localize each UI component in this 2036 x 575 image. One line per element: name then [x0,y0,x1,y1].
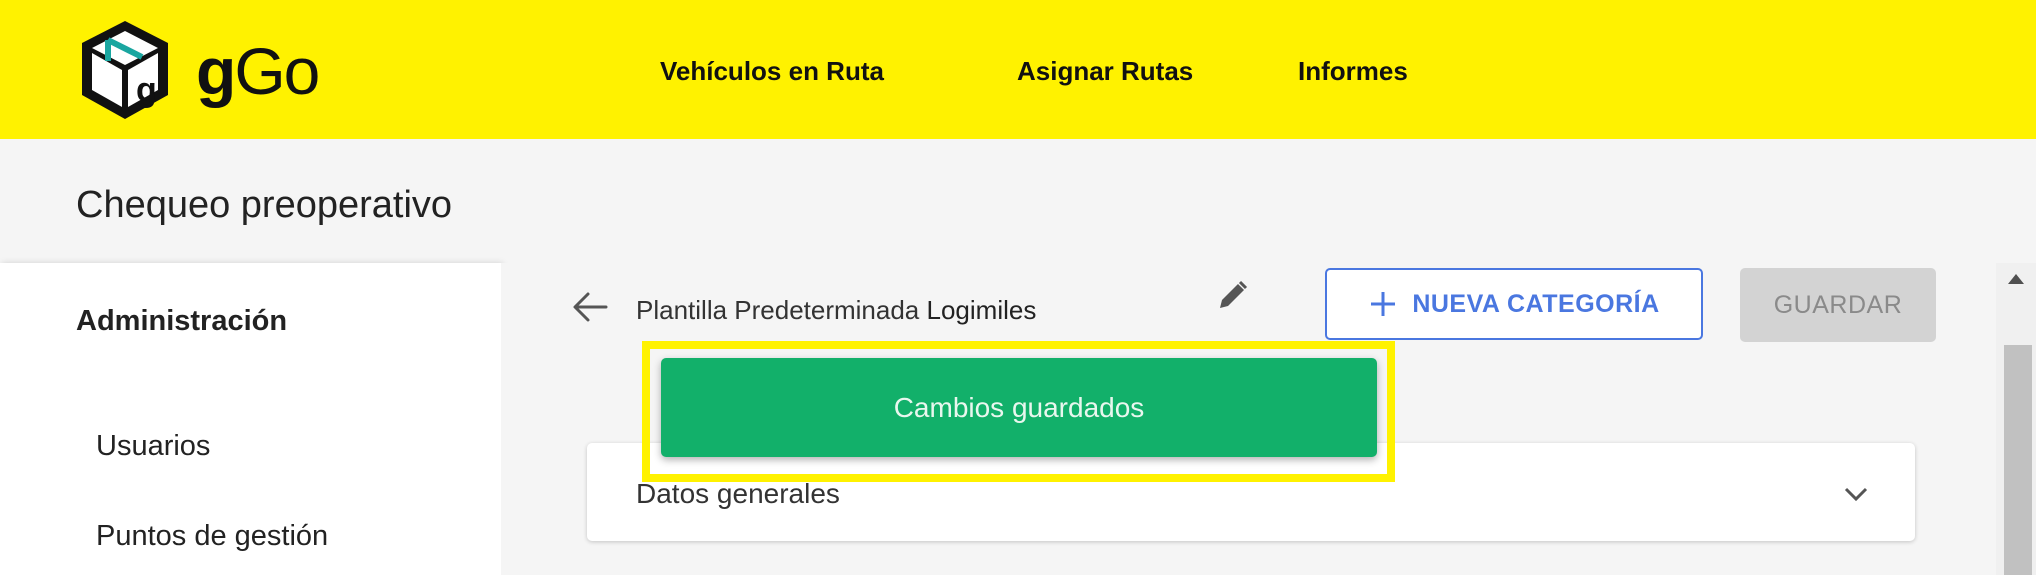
sidebar-item-puntos-de-gestion[interactable]: Puntos de gestión [96,520,328,553]
sidebar-heading: Administración [76,305,288,337]
logo-text-bold: g [196,34,236,108]
template-name: Plantilla Predeterminada [636,295,920,325]
scroll-up-arrow-icon[interactable] [2006,272,2026,286]
svg-text:g: g [136,71,157,109]
nav-asignar-rutas[interactable]: Asignar Rutas [1017,56,1193,87]
plus-icon [1371,292,1396,316]
nav-informes[interactable]: Informes [1298,56,1408,87]
section-title: Datos generales [636,478,840,509]
new-category-label: NUEVA CATEGORÍA [1412,289,1660,318]
arrow-left-icon[interactable] [572,290,608,324]
toast-notification: Cambios guardados [661,358,1377,457]
save-label: GUARDAR [1773,290,1903,319]
new-category-button[interactable]: NUEVA CATEGORÍA [1325,268,1703,340]
logo-cube-icon[interactable]: g [78,17,172,123]
scrollbar-thumb[interactable] [2004,345,2032,575]
template-company: Logimiles [926,295,1037,325]
save-button[interactable]: GUARDAR [1740,268,1936,342]
page-title: Chequeo preoperativo [76,184,453,226]
logo-wordmark[interactable]: gGo [196,38,320,104]
sidebar-item-usuarios[interactable]: Usuarios [96,430,210,463]
template-title: Plantilla Predeterminada Logimiles [636,295,1036,326]
chevron-down-icon[interactable] [1842,484,1870,504]
logo-text-light: Go [234,34,320,108]
nav-vehiculos-en-ruta[interactable]: Vehículos en Ruta [660,56,884,87]
toast-message: Cambios guardados [893,391,1145,423]
pencil-icon[interactable] [1214,278,1250,314]
